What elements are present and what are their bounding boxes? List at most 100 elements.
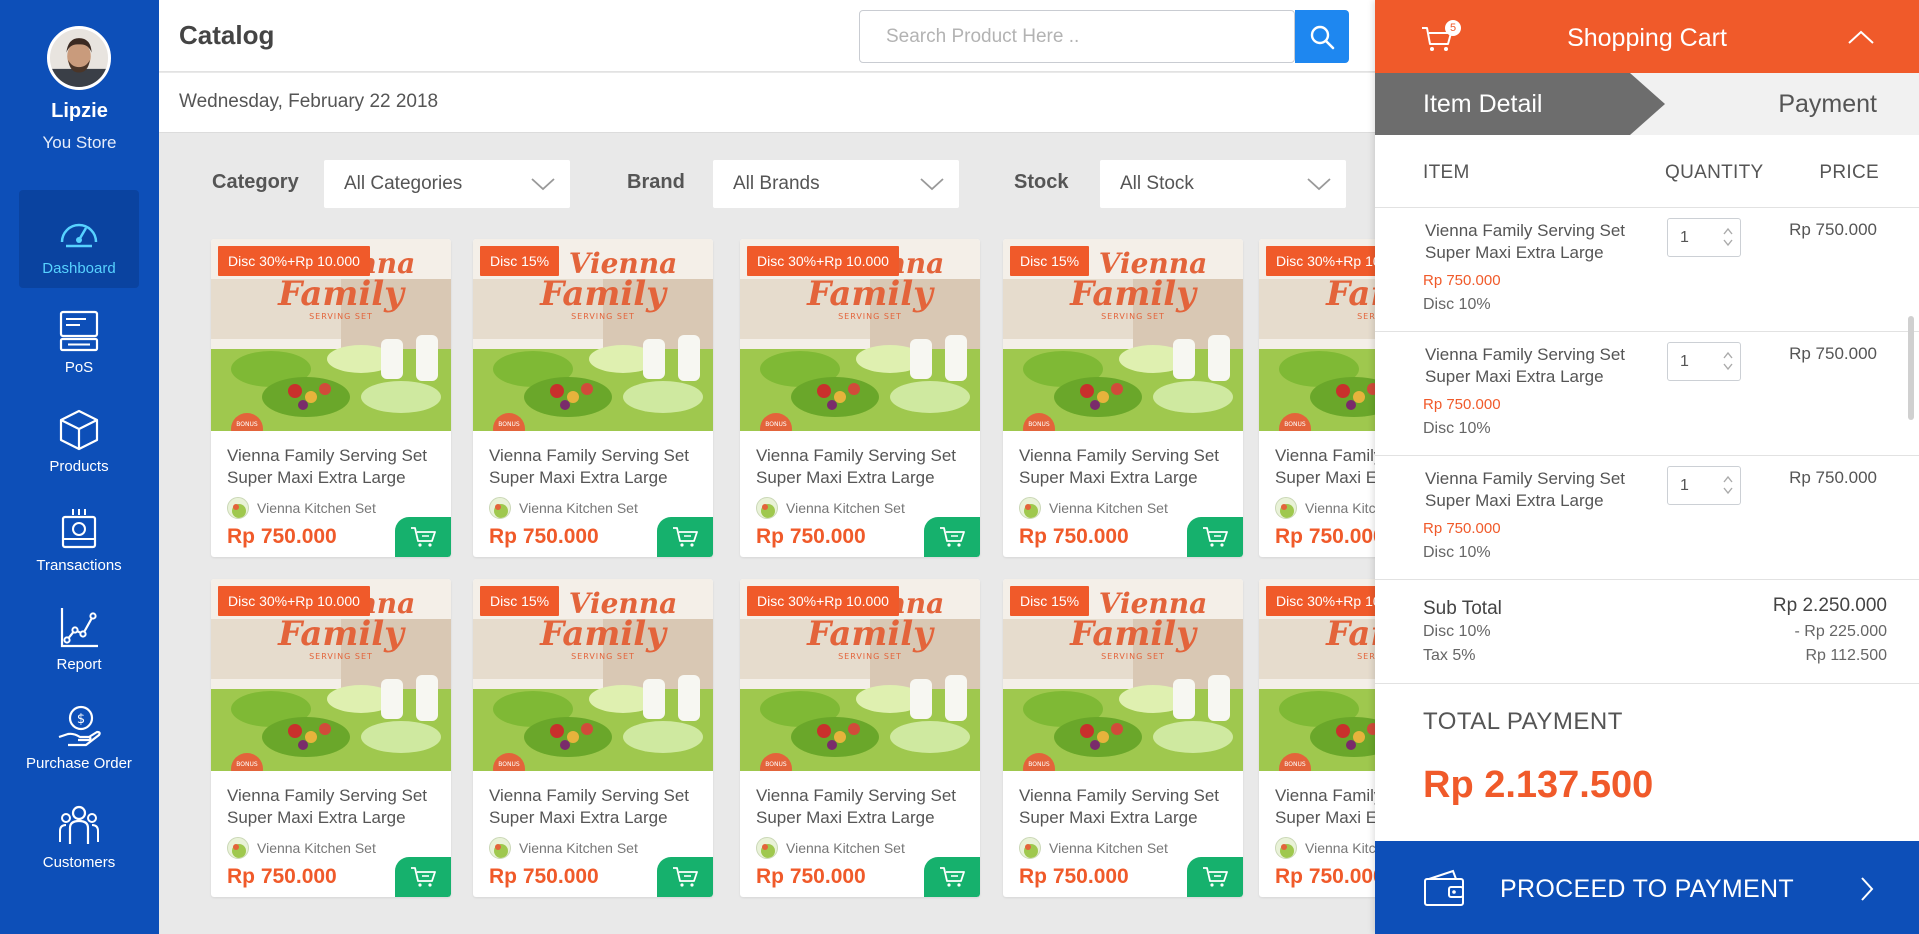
- cart-item-name: Vienna Family Serving Set Super Maxi Ext…: [1425, 469, 1626, 510]
- pos-terminal-icon: [59, 310, 99, 352]
- quantity-stepper[interactable]: 1: [1667, 342, 1741, 381]
- chevron-up-icon[interactable]: [1847, 28, 1875, 46]
- add-to-cart-button[interactable]: [1187, 517, 1243, 557]
- nav-item-products[interactable]: Products: [19, 388, 139, 486]
- spinner-arrows-icon[interactable]: [1722, 225, 1734, 249]
- brand-select[interactable]: All Brands: [713, 160, 959, 208]
- product-name[interactable]: Vienna Family Serving Set Super Maxi Ext…: [756, 445, 971, 489]
- chevron-down-icon: [531, 178, 555, 191]
- discount-badge: Disc 15%: [1010, 246, 1090, 276]
- add-to-cart-button[interactable]: [1187, 857, 1243, 897]
- product-name[interactable]: Vienna Family Serving Set Super Maxi Ext…: [489, 445, 704, 489]
- chevron-down-icon: [920, 178, 944, 191]
- add-to-cart-button[interactable]: [924, 517, 980, 557]
- svg-text:Family: Family: [539, 274, 668, 314]
- nav-item-purchase-order[interactable]: $ Purchase Order: [19, 685, 139, 783]
- nav-item-transactions[interactable]: Transactions: [19, 487, 139, 585]
- nav-item-report[interactable]: Report: [19, 586, 139, 684]
- column-price: PRICE: [1819, 162, 1879, 183]
- cart-title: Shopping Cart: [1567, 24, 1727, 52]
- product-card[interactable]: Vienna Family SERVING SET BONUS Disc 15%…: [1003, 239, 1243, 557]
- spinner-arrows-icon[interactable]: [1722, 349, 1734, 373]
- discount-badge: Disc 15%: [480, 246, 560, 276]
- add-to-cart-button[interactable]: [395, 517, 451, 557]
- brand-logo-icon: [489, 837, 511, 859]
- discount-badge: Disc 30%+Rp 10.000: [747, 246, 899, 276]
- proceed-to-payment-button[interactable]: PROCEED TO PAYMENT: [1375, 841, 1919, 934]
- search-input[interactable]: [859, 10, 1295, 63]
- product-card[interactable]: Vienna Family SERVING SET BONUS Disc 15%…: [473, 579, 713, 897]
- svg-text:SERVING SET: SERVING SET: [1101, 312, 1165, 321]
- product-card[interactable]: Vienna Family SERVING SET BONUS Disc 15%…: [1003, 579, 1243, 897]
- cart-item-row: Vienna Family Serving Set Super Maxi Ext…: [1375, 332, 1919, 456]
- product-name[interactable]: Vienna Family Serving Set Super Maxi Ext…: [1275, 445, 1375, 489]
- product-brand: Vienna Kitchen Set: [257, 500, 376, 516]
- product-name[interactable]: Vienna Family Serving Set Super Maxi Ext…: [1019, 445, 1234, 489]
- svg-text:SERVING SET: SERVING SET: [1101, 652, 1165, 661]
- product-brand: Vienna Kitchen Set: [519, 840, 638, 856]
- product-price: Rp 750.000: [489, 865, 599, 888]
- spinner-arrows-icon[interactable]: [1722, 473, 1734, 497]
- product-card[interactable]: Vienna Family SERVING SET BONUS Disc 30%…: [740, 239, 980, 557]
- discount-badge: Disc 30%+Rp 10.000: [218, 246, 370, 276]
- step-item-detail[interactable]: Item Detail: [1375, 73, 1665, 135]
- step-payment[interactable]: Payment: [1778, 73, 1877, 135]
- product-name[interactable]: Vienna Family Serving Set Super Maxi Ext…: [227, 785, 442, 829]
- tax-value: Rp 112.500: [1805, 647, 1887, 664]
- brand-value: All Brands: [733, 173, 820, 194]
- svg-text:BONUS: BONUS: [236, 761, 258, 768]
- discount-value: - Rp 225.000: [1794, 623, 1887, 640]
- avatar[interactable]: [47, 26, 111, 90]
- brand-logo-icon: [1019, 497, 1041, 519]
- svg-text:Family: Family: [277, 614, 406, 654]
- product-brand: Vienna Kitchen Set: [1049, 500, 1168, 516]
- subtotal-value: Rp 2.250.000: [1772, 595, 1887, 616]
- svg-text:SERVING SET: SERVING SET: [571, 312, 635, 321]
- discount-badge: Disc 15%: [480, 586, 560, 616]
- cart-item-price: Rp 750.000: [1789, 220, 1877, 239]
- product-name[interactable]: Vienna Family Serving Set Super Maxi Ext…: [1019, 785, 1234, 829]
- nav-item-pos[interactable]: PoS: [19, 289, 139, 387]
- nav-label: Dashboard: [42, 260, 116, 277]
- stock-select[interactable]: All Stock: [1100, 160, 1346, 208]
- svg-text:BONUS: BONUS: [1028, 761, 1050, 768]
- cart-item-price: Rp 750.000: [1789, 468, 1877, 487]
- column-quantity: QUANTITY: [1665, 162, 1764, 183]
- add-to-cart-button[interactable]: [657, 517, 713, 557]
- cart-scrollbar[interactable]: [1908, 316, 1914, 420]
- product-name[interactable]: Vienna Family Serving Set Super Maxi Ext…: [227, 445, 442, 489]
- nav-item-customers[interactable]: Customers: [19, 784, 139, 882]
- category-select[interactable]: All Categories: [324, 160, 570, 208]
- brand-label: Brand: [627, 171, 685, 193]
- nav-item-dashboard[interactable]: Dashboard: [19, 190, 139, 288]
- quantity-stepper[interactable]: 1: [1667, 466, 1741, 505]
- product-price: Rp 750.000: [489, 525, 599, 548]
- nav-label: PoS: [64, 359, 94, 376]
- nav-label: Products: [49, 458, 109, 475]
- search-button[interactable]: [1295, 10, 1349, 63]
- cart-add-icon: [411, 527, 436, 547]
- product-card[interactable]: Vienna Family SERVING SET BONUS Disc 30%…: [740, 579, 980, 897]
- brand-logo-icon: [227, 497, 249, 519]
- chevron-down-icon: [1307, 178, 1331, 191]
- receipt-icon: [61, 509, 97, 549]
- cart-add-icon: [673, 527, 698, 547]
- cart-add-icon: [1203, 867, 1228, 887]
- product-name[interactable]: Vienna Family Serving Set Super Maxi Ext…: [489, 785, 704, 829]
- product-card[interactable]: Vienna Family SERVING SET BONUS Disc 15%…: [473, 239, 713, 557]
- product-card[interactable]: Vienna Family SERVING SET BONUS Disc 30%…: [211, 239, 451, 557]
- add-to-cart-button[interactable]: [924, 857, 980, 897]
- product-card[interactable]: Vienna Family SERVING SET BONUS Disc 30%…: [1259, 239, 1375, 557]
- product-price: Rp 750.000: [1275, 525, 1375, 548]
- product-name[interactable]: Vienna Family Serving Set Super Maxi Ext…: [1275, 785, 1375, 829]
- add-to-cart-button[interactable]: [395, 857, 451, 897]
- product-card[interactable]: Vienna Family SERVING SET BONUS Disc 30%…: [211, 579, 451, 897]
- money-hand-icon: $: [58, 705, 101, 747]
- nav-label: Transactions: [36, 557, 122, 574]
- product-card[interactable]: Vienna Family SERVING SET BONUS Disc 30%…: [1259, 579, 1375, 897]
- discount-badge: Disc 30%+Rp 10.000: [218, 586, 370, 616]
- product-name[interactable]: Vienna Family Serving Set Super Maxi Ext…: [756, 785, 971, 829]
- cart-item-name: Vienna Family Serving Set Super Maxi Ext…: [1425, 345, 1626, 386]
- quantity-stepper[interactable]: 1: [1667, 218, 1741, 257]
- add-to-cart-button[interactable]: [657, 857, 713, 897]
